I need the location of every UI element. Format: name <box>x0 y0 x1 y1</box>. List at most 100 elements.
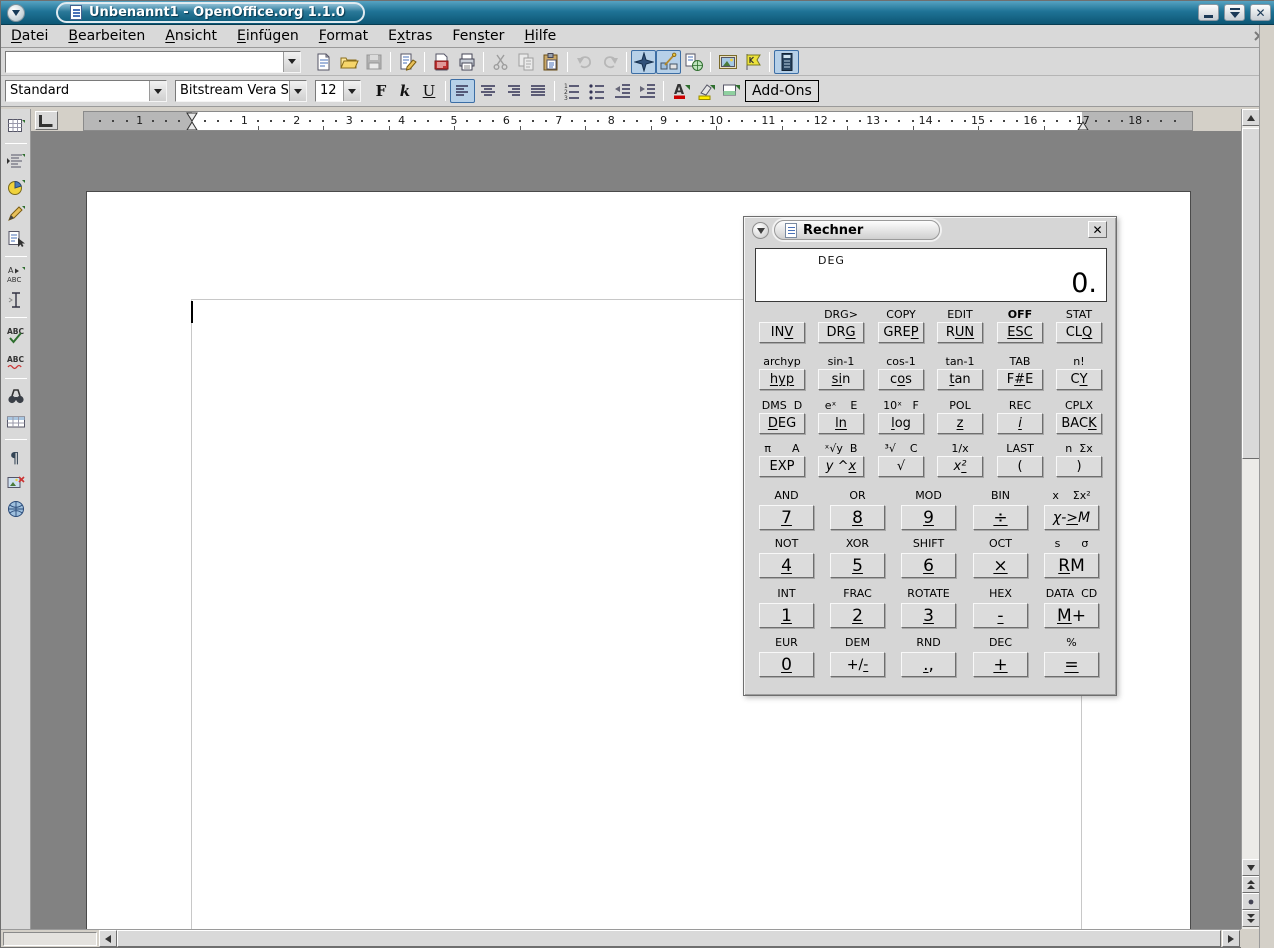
calc-key-div[interactable]: ÷ <box>973 505 1028 530</box>
increase-indent-icon[interactable] <box>634 79 659 103</box>
align-justify-icon[interactable] <box>525 79 550 103</box>
font-size-combobox[interactable]: 12 <box>315 80 361 102</box>
calc-key-log[interactable]: log <box>878 413 924 434</box>
calculator-icon[interactable] <box>774 50 799 74</box>
form-functions-icon[interactable] <box>3 227 28 251</box>
calc-key-run[interactable]: RUN <box>937 322 983 343</box>
calc-key-f#e[interactable]: F#E <box>997 369 1043 390</box>
minimize-button[interactable] <box>1198 4 1219 21</box>
ruler-corner-button[interactable] <box>35 111 58 130</box>
hyperlink-icon[interactable] <box>681 50 706 74</box>
macro-icon[interactable] <box>740 50 765 74</box>
menu-einfgen[interactable]: Einfügen <box>227 26 309 46</box>
align-right-icon[interactable] <box>500 79 525 103</box>
next-page-button[interactable] <box>1242 910 1260 927</box>
calc-key-inv[interactable]: INV <box>759 322 805 343</box>
redo-icon[interactable] <box>597 50 622 74</box>
calc-key-4[interactable]: 4 <box>759 553 814 578</box>
calc-key-7[interactable]: 7 <box>759 505 814 530</box>
data-sources-icon[interactable] <box>3 410 28 434</box>
scroll-right-button[interactable] <box>1222 930 1240 947</box>
new-document-icon[interactable] <box>311 50 336 74</box>
bullets-icon[interactable] <box>584 79 609 103</box>
copy-icon[interactable] <box>513 50 538 74</box>
scroll-left-button[interactable] <box>99 930 117 947</box>
menu-datei[interactable]: Datei <box>1 26 58 46</box>
horizontal-scrollbar[interactable] <box>1 929 1241 947</box>
calc-key-deg[interactable]: DEG <box>759 413 805 434</box>
horizontal-ruler[interactable]: 1123456789101112131415161718 <box>83 111 1193 131</box>
italic-button[interactable]: k <box>393 79 417 103</box>
calc-key-i[interactable]: i <box>997 413 1043 434</box>
calc-key-9[interactable]: 9 <box>901 505 956 530</box>
autospellcheck-icon[interactable]: ABC <box>3 349 28 373</box>
close-button[interactable]: ✕ <box>1250 4 1271 21</box>
calc-key-exp[interactable]: EXP <box>759 456 805 477</box>
calc-key-sin[interactable]: sin <box>818 369 864 390</box>
direct-cursor-icon[interactable] <box>3 288 28 312</box>
highlighting-icon[interactable] <box>693 79 718 103</box>
calc-key-clq[interactable]: CLQ <box>1056 322 1102 343</box>
vertical-scroll-thumb[interactable] <box>1242 128 1260 459</box>
calc-key-([interactable]: ( <box>997 456 1043 477</box>
font-dropdown-button[interactable] <box>289 81 306 101</box>
previous-page-button[interactable] <box>1242 876 1260 893</box>
stylist-icon[interactable] <box>656 50 681 74</box>
calc-key-0[interactable]: 0 <box>759 652 814 677</box>
undo-icon[interactable] <box>572 50 597 74</box>
calc-key-xksq[interactable]: x ² <box>937 456 983 477</box>
size-dropdown-button[interactable] <box>343 81 360 101</box>
font-color-icon[interactable]: A <box>668 79 693 103</box>
calc-key-ykpowkx[interactable]: y ^ x <box>818 456 864 477</box>
window-titlebar[interactable]: Unbenannt1 - OpenOffice.org 1.1.0 ✕ <box>1 1 1274 25</box>
gallery-icon[interactable] <box>715 50 740 74</box>
align-left-icon[interactable] <box>450 79 475 103</box>
calculator-close-button[interactable]: ✕ <box>1088 221 1107 238</box>
calculator-menu-button[interactable] <box>752 222 769 239</box>
background-color-icon[interactable] <box>718 79 743 103</box>
insert-table-icon[interactable] <box>3 114 28 138</box>
print-icon[interactable] <box>454 50 479 74</box>
spellcheck-icon[interactable]: ABC <box>3 323 28 347</box>
calc-key-2[interactable]: 2 <box>830 603 885 628</box>
menu-bearbeiten[interactable]: Bearbeiten <box>58 26 155 46</box>
paragraph-style-value[interactable]: Standard <box>6 81 149 101</box>
calc-key-ln[interactable]: ln <box>818 413 864 434</box>
insert-object-icon[interactable] <box>3 175 28 199</box>
calc-key-sqrt[interactable]: √ <box>878 456 924 477</box>
scroll-down-button[interactable] <box>1242 859 1260 876</box>
draw-functions-icon[interactable] <box>3 201 28 225</box>
calc-key-hyp[interactable]: hyp <box>759 369 805 390</box>
style-dropdown-button[interactable] <box>149 81 166 101</box>
url-value[interactable] <box>6 52 283 72</box>
vertical-scrollbar[interactable] <box>1241 109 1259 947</box>
font-name-combobox[interactable]: Bitstream Vera S <box>175 80 307 102</box>
open-icon[interactable] <box>336 50 361 74</box>
menu-extras[interactable]: Extras <box>378 26 442 46</box>
font-name-value[interactable]: Bitstream Vera S <box>176 81 289 101</box>
edit-file-icon[interactable] <box>395 50 420 74</box>
calc-key-+[interactable]: + <box>973 652 1028 677</box>
underline-button[interactable]: U <box>417 79 441 103</box>
insert-fields-icon[interactable] <box>3 149 28 173</box>
navigator-icon[interactable] <box>631 50 656 74</box>
right-indent-marker[interactable] <box>1077 112 1089 131</box>
calc-key-back[interactable]: BACK <box>1056 413 1102 434</box>
calc-key-)[interactable]: ) <box>1056 456 1102 477</box>
font-size-value[interactable]: 12 <box>316 81 343 101</box>
horizontal-scroll-track[interactable] <box>117 930 1221 947</box>
calc-key-5[interactable]: 5 <box>830 553 885 578</box>
menu-format[interactable]: Format <box>309 26 378 46</box>
calc-key-z[interactable]: z <box>937 413 983 434</box>
calc-key-+slashminus[interactable]: +/- <box>830 652 885 677</box>
export-pdf-icon[interactable] <box>429 50 454 74</box>
online-layout-icon[interactable] <box>3 497 28 521</box>
calc-key-rm[interactable]: RM <box>1044 553 1099 578</box>
horizontal-scroll-thumb[interactable] <box>117 930 1221 947</box>
calc-key-8[interactable]: 8 <box>830 505 885 530</box>
addons-button[interactable]: Add-Ons <box>745 80 819 102</box>
calculator-window[interactable]: Rechner ✕ DEG 0. INVDRG>DRGCOPYGREPEDITR… <box>743 216 1117 696</box>
menu-fenster[interactable]: Fenster <box>442 26 514 46</box>
save-icon[interactable] <box>361 50 386 74</box>
calc-key-6[interactable]: 6 <box>901 553 956 578</box>
